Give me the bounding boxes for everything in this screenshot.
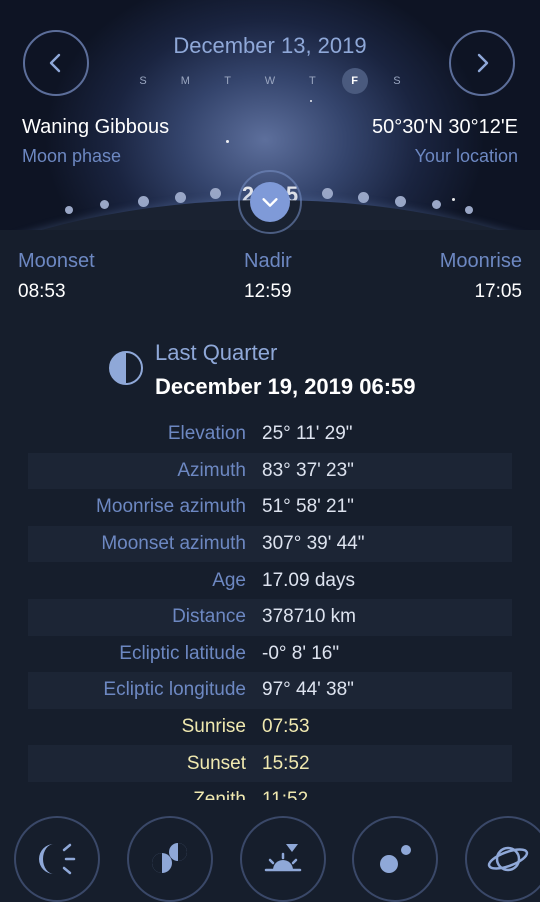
moon-phases-icon (152, 843, 187, 873)
weekday-monday[interactable]: M (172, 68, 198, 94)
row-value: 378710 km (262, 606, 357, 628)
saturn-icon (487, 846, 529, 872)
table-row: Zenith 11:52 (28, 782, 512, 800)
expand-button[interactable] (238, 170, 302, 234)
moon-phases-button[interactable] (127, 816, 213, 902)
row-value: 11:52 (262, 789, 309, 800)
moon-times: Moonset 08:53 Nadir 12:59 Moonrise 17:05 (0, 250, 540, 310)
row-label: Distance (172, 606, 246, 628)
row-label: Ecliptic longitude (103, 679, 246, 701)
table-row: Moonset azimuth 307° 39' 44" (28, 525, 512, 563)
moonset-label: Moonset (18, 250, 95, 272)
weekday-wednesday[interactable]: W (257, 68, 283, 94)
table-row: Ecliptic longitude 97° 44' 38" (28, 672, 512, 709)
row-value: 51° 58' 21" (262, 496, 354, 518)
weekday-saturday[interactable]: S (384, 68, 410, 94)
table-row: Age 17.09 days (28, 562, 512, 599)
moon-rise-button[interactable] (14, 816, 100, 902)
bottom-nav (0, 806, 540, 902)
row-label: Moonrise azimuth (96, 496, 246, 518)
table-row: Distance 378710 km (28, 598, 512, 636)
row-label: Ecliptic latitude (119, 642, 246, 664)
row-value: 307° 39' 44" (262, 533, 365, 555)
star (310, 100, 312, 102)
sunrise-icon (264, 844, 302, 872)
moon-rise-icon (39, 843, 76, 875)
star (226, 140, 229, 143)
next-phase-date: December 19, 2019 06:59 (155, 374, 416, 399)
weekday-thursday[interactable]: T (299, 68, 325, 94)
details-table[interactable]: Elevation 25° 11' 29" Azimuth 83° 37' 23" … (28, 416, 512, 800)
nadir-value: 12:59 (244, 281, 292, 302)
moonrise-value: 17:05 (474, 281, 522, 302)
moonset-value: 08:53 (18, 281, 66, 302)
sunrise-button[interactable] (240, 816, 326, 902)
row-value: 07:53 (262, 716, 310, 738)
next-phase-name: Last Quarter (155, 340, 278, 365)
row-value: 25° 11' 29" (262, 423, 353, 445)
moon-phase-label: Moon phase (22, 146, 122, 166)
moonrise-label: Moonrise (439, 250, 522, 272)
last-quarter-moon-icon (109, 351, 143, 385)
table-row: Moonrise azimuth 51° 58' 21" (28, 489, 512, 526)
row-value: 17.09 days (262, 569, 355, 591)
table-row: Sunrise 07:53 (28, 709, 512, 746)
row-label: Elevation (167, 423, 246, 445)
row-label: Sunset (186, 752, 246, 774)
row-label: Sunrise (181, 716, 246, 738)
location-value[interactable]: 50°30'N 30°12'E (372, 116, 518, 139)
saturn-button[interactable] (465, 816, 540, 902)
weekday-selector: S M T W T F S (130, 68, 410, 94)
table-row: Elevation 25° 11' 29" (28, 416, 512, 453)
date-title[interactable]: December 13, 2019 (0, 33, 540, 59)
table-row: Sunset 15:52 (28, 745, 512, 782)
moonrise-block: Moonrise 17:05 (440, 250, 522, 303)
chevron-down-icon (262, 198, 278, 207)
row-value: 97° 44' 38" (262, 679, 354, 701)
table-row: Ecliptic latitude -0° 8' 16" (28, 636, 512, 673)
row-label: Age (212, 569, 246, 591)
location-label[interactable]: Your location (415, 146, 518, 167)
row-label: Zenith (193, 789, 246, 800)
row-value: 15:52 (262, 752, 310, 774)
table-row: Azimuth 83° 37' 23" (28, 452, 512, 490)
planets-button[interactable] (352, 816, 438, 902)
row-value: 83° 37' 23" (262, 459, 354, 481)
planets-icon (380, 845, 411, 873)
weekday-tuesday[interactable]: T (215, 68, 241, 94)
row-label: Azimuth (177, 459, 246, 481)
nadir-label: Nadir (244, 250, 292, 272)
weekday-friday[interactable]: F (341, 68, 368, 94)
moonset-block: Moonset 08:53 (18, 250, 95, 303)
nadir-block: Nadir 12:59 (244, 250, 292, 303)
weekday-sunday[interactable]: S (130, 68, 156, 94)
moon-phase-value: Waning Gibbous (22, 116, 170, 138)
row-value: -0° 8' 16" (262, 642, 340, 664)
row-label: Moonset azimuth (101, 533, 246, 555)
